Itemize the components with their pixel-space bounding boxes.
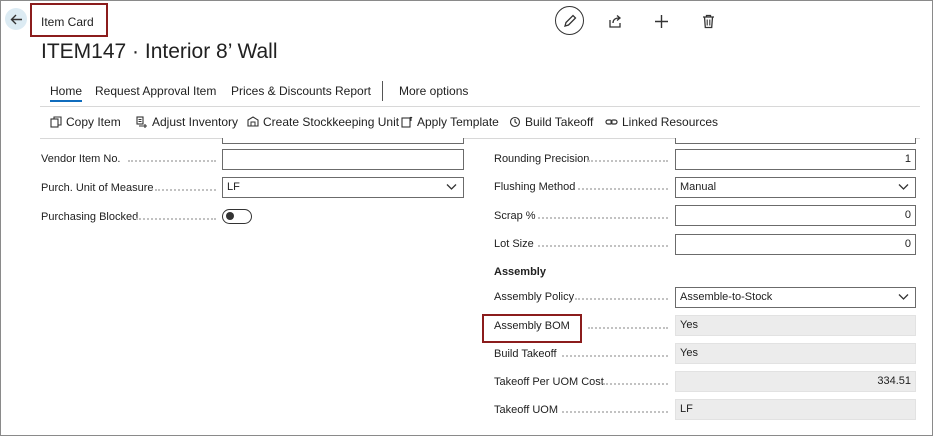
apply-template-label: Apply Template — [417, 115, 499, 129]
build-takeoff-icon — [509, 116, 521, 128]
vendor-item-no-label: Vendor Item No. — [41, 153, 121, 165]
build-takeoff-label: Build Takeoff — [525, 115, 594, 129]
assembly-group-title: Assembly — [494, 266, 546, 278]
plus-icon — [654, 14, 668, 28]
chevron-down-icon — [898, 184, 909, 190]
tab-prices-discounts[interactable]: Prices & Discounts — [231, 84, 332, 98]
leader-dots — [588, 160, 668, 162]
build-takeoff-value[interactable]: Yes — [675, 343, 916, 364]
apply-template-button[interactable]: Apply Template — [401, 115, 499, 129]
adjust-inventory-button[interactable]: Adjust Inventory — [136, 115, 238, 129]
rounding-precision-label: Rounding Precision — [494, 153, 590, 165]
leader-dots — [588, 327, 668, 329]
flushing-method-select[interactable]: Manual — [675, 177, 916, 198]
tab-item[interactable]: Item — [193, 84, 216, 98]
chevron-down-icon — [446, 184, 457, 190]
adjust-inventory-icon — [136, 116, 147, 128]
rounding-precision-input[interactable]: 1 — [675, 149, 916, 170]
copy-item-button[interactable]: Copy Item — [50, 115, 121, 129]
back-button[interactable] — [5, 8, 27, 30]
tab-report[interactable]: Report — [335, 84, 371, 98]
build-takeoff-button[interactable]: Build Takeoff — [509, 115, 593, 129]
assembly-policy-value: Assemble-to-Stock — [680, 291, 773, 303]
leader-dots — [538, 217, 668, 219]
share-icon — [608, 14, 621, 28]
leader-dots — [575, 298, 668, 300]
purch-uom-label: Purch. Unit of Measure — [41, 182, 154, 194]
tab-request-approval[interactable]: Request Approval — [95, 84, 190, 98]
takeoff-cost-label: Takeoff Per UOM Cost — [494, 376, 604, 388]
page-caption: Item Card — [30, 3, 108, 37]
purch-uom-select[interactable]: LF — [222, 177, 464, 198]
linked-resources-button[interactable]: Linked Resources — [605, 115, 718, 129]
copy-icon — [50, 116, 62, 128]
edit-button[interactable] — [555, 6, 584, 35]
leader-dots — [562, 355, 668, 357]
tab-home[interactable]: Home — [50, 84, 83, 102]
flushing-method-label: Flushing Method — [494, 181, 576, 193]
tab-more-options[interactable]: More options — [399, 84, 468, 98]
partial-field-above-right — [675, 138, 916, 144]
assembly-policy-label: Assembly Policy — [494, 291, 575, 303]
takeoff-uom-value[interactable]: LF — [675, 399, 916, 420]
create-stockkeeping-unit-label: Create Stockkeeping Unit — [263, 115, 400, 129]
scrap-input[interactable]: 0 — [675, 205, 916, 226]
vendor-item-no-input[interactable] — [222, 149, 464, 170]
leader-dots — [538, 245, 668, 247]
partial-field-above-left — [222, 138, 464, 144]
takeoff-cost-value[interactable]: 334.51 — [675, 371, 916, 392]
lot-size-input[interactable]: 0 — [675, 234, 916, 255]
arrow-left-icon — [10, 14, 22, 24]
leader-dots — [578, 188, 668, 190]
build-takeoff-field-label: Build Takeoff — [494, 348, 557, 360]
pencil-icon — [563, 14, 576, 27]
purchasing-blocked-toggle[interactable] — [222, 209, 252, 224]
purch-uom-value: LF — [227, 181, 240, 193]
stockkeeping-icon — [247, 116, 259, 127]
leader-dots — [562, 411, 668, 413]
assembly-bom-value[interactable]: Yes — [675, 315, 916, 336]
create-stockkeeping-unit-button[interactable]: Create Stockkeeping Unit — [247, 115, 399, 129]
lot-size-label: Lot Size — [494, 238, 534, 250]
chevron-down-icon — [898, 294, 909, 300]
delete-button[interactable] — [698, 11, 718, 31]
leader-dots — [155, 189, 216, 191]
flushing-method-value: Manual — [680, 181, 717, 193]
scrap-label: Scrap % — [494, 210, 536, 222]
leader-dots — [603, 383, 668, 385]
linked-resources-label: Linked Resources — [622, 115, 719, 129]
new-button[interactable] — [651, 11, 671, 31]
leader-dots — [136, 218, 216, 220]
toggle-knob — [226, 212, 234, 220]
tab-divider — [40, 106, 920, 107]
page-title: ITEM147 · Interior 8’ Wall — [41, 40, 278, 63]
adjust-inventory-label: Adjust Inventory — [152, 115, 239, 129]
link-icon — [605, 119, 618, 125]
share-button[interactable] — [605, 11, 625, 31]
assembly-bom-label: Assembly BOM — [494, 320, 570, 332]
template-icon — [401, 116, 413, 128]
purchasing-blocked-label: Purchasing Blocked — [41, 211, 139, 223]
tab-separator — [382, 81, 383, 101]
trash-icon — [702, 14, 714, 28]
copy-item-label: Copy Item — [66, 115, 121, 129]
assembly-policy-select[interactable]: Assemble-to-Stock — [675, 287, 916, 308]
leader-dots — [128, 160, 216, 162]
takeoff-uom-label: Takeoff UOM — [494, 404, 558, 416]
